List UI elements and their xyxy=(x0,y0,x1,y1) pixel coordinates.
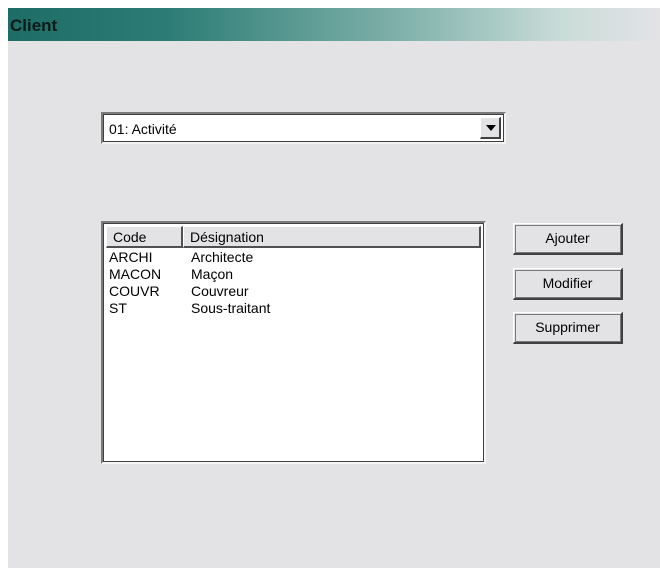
client-panel: Client 01: Activité Code Désignation ARC… xyxy=(8,8,660,568)
list-item[interactable]: ARCHI Architecte xyxy=(106,249,481,266)
activity-list[interactable]: Code Désignation ARCHI Architecte MACON … xyxy=(101,221,486,464)
cell-code: COUVR xyxy=(109,283,160,299)
category-select[interactable]: 01: Activité xyxy=(101,112,506,144)
dropdown-button[interactable] xyxy=(480,117,501,139)
list-item[interactable]: COUVR Couvreur xyxy=(106,283,481,300)
column-header-designation[interactable]: Désignation xyxy=(183,226,481,248)
cell-designation: Couvreur xyxy=(191,283,249,299)
category-select-value: 01: Activité xyxy=(109,121,177,137)
add-button[interactable]: Ajouter xyxy=(513,223,623,255)
list-header: Code Désignation xyxy=(106,226,481,248)
list-item[interactable]: MACON Maçon xyxy=(106,266,481,283)
list-item[interactable]: ST Sous-traitant xyxy=(106,300,481,317)
title-bar: Client xyxy=(8,8,660,41)
column-header-code[interactable]: Code xyxy=(106,226,183,248)
cell-code: MACON xyxy=(109,266,162,282)
delete-button[interactable]: Supprimer xyxy=(513,312,623,344)
cell-designation: Sous-traitant xyxy=(191,300,271,316)
list-rows: ARCHI Architecte MACON Maçon COUVR Couvr… xyxy=(106,249,481,317)
window-title: Client xyxy=(10,16,58,35)
cell-code: ARCHI xyxy=(109,249,153,265)
edit-button[interactable]: Modifier xyxy=(513,268,623,300)
cell-designation: Maçon xyxy=(191,266,234,282)
cell-designation: Architecte xyxy=(191,249,254,265)
chevron-down-icon xyxy=(486,125,496,131)
cell-code: ST xyxy=(109,300,127,316)
